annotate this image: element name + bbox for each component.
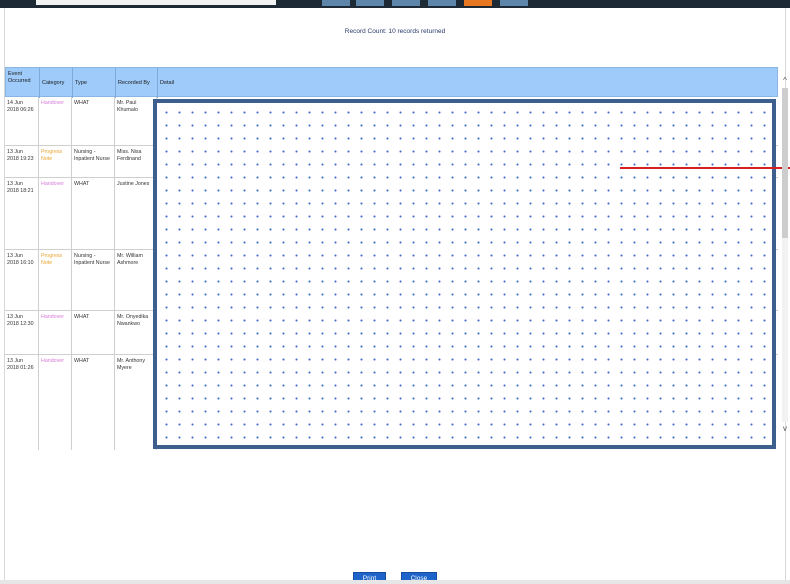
column-header-recorded-by[interactable]: Recorded By — [116, 68, 158, 98]
column-header-event-occurred[interactable]: Event Occurred — [6, 68, 40, 98]
cell-type: WHAT — [72, 355, 115, 450]
scroll-thumb[interactable] — [782, 88, 788, 238]
toolbar-tab[interactable] — [322, 0, 350, 6]
cell-type: WHAT — [72, 97, 115, 145]
cell-event-occurred: 14 Jun 2018 06:26 — [5, 97, 39, 145]
chevron-down-icon[interactable]: v — [780, 424, 790, 434]
cell-type: WHAT — [72, 178, 115, 249]
cell-recorded-by: Mr. Anthony Myere — [115, 355, 157, 450]
record-count-label: Record Count: 10 records returned — [344, 28, 446, 35]
toolbar-tab-active[interactable] — [464, 0, 492, 6]
cell-category: Progress Note — [39, 146, 72, 177]
cell-event-occurred: 13 Jun 2018 12:30 — [5, 311, 39, 354]
toolbar-tab[interactable] — [500, 0, 528, 6]
toolbar-tab[interactable] — [428, 0, 456, 6]
cell-event-occurred: 13 Jun 2018 01:26 — [5, 355, 39, 450]
cell-type: Nursing - Inpatient Nurse — [72, 146, 115, 177]
annotation-red-line — [620, 167, 790, 169]
chevron-up-icon[interactable]: ^ — [780, 76, 790, 86]
cell-category: Progress Note — [39, 250, 72, 310]
cell-recorded-by: Mr. Onyedika Nwankwo — [115, 311, 157, 354]
toolbar-tab[interactable] — [356, 0, 384, 6]
column-header-type[interactable]: Type — [73, 68, 116, 98]
cell-recorded-by: Justine Jones — [115, 178, 157, 249]
grid-header: Event Occurred Category Type Recorded By… — [5, 67, 778, 98]
top-toolbar — [0, 0, 790, 8]
toolbar-tab[interactable] — [392, 0, 420, 6]
cell-type: WHAT — [72, 311, 115, 354]
grid-scrollbar[interactable]: ^ v — [780, 68, 790, 438]
cell-event-occurred: 13 Jun 2018 18:21 — [5, 178, 39, 249]
cell-event-occurred: 13 Jun 2018 19:23 — [5, 146, 39, 177]
column-header-category[interactable]: Category — [40, 68, 73, 98]
cell-recorded-by: Mr. Paul Khumalo — [115, 97, 157, 145]
cell-event-occurred: 13 Jun 2018 16:10 — [5, 250, 39, 310]
column-header-detail[interactable]: Detail — [158, 68, 778, 98]
cell-recorded-by: Mr. William Ashmore — [115, 250, 157, 310]
cell-recorded-by: Miss. Nisa Ferdinand — [115, 146, 157, 177]
cell-type: Nursing - Inpatient Nurse — [72, 250, 115, 310]
cell-category: Handover — [39, 97, 72, 145]
detail-redacted-area — [153, 99, 776, 449]
top-search-field[interactable] — [36, 0, 276, 5]
bottom-edge — [0, 580, 790, 584]
cell-category: Handover — [39, 355, 72, 450]
cell-category: Handover — [39, 311, 72, 354]
cell-category: Handover — [39, 178, 72, 249]
